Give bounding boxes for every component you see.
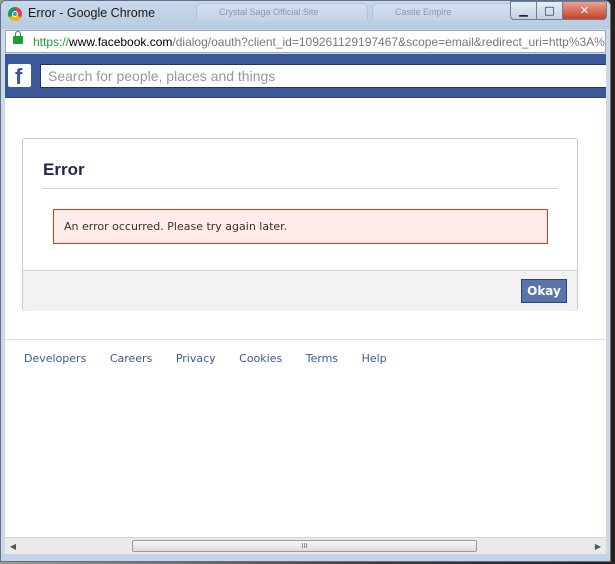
search-box <box>40 64 606 88</box>
footer-link-help[interactable]: Help <box>362 352 387 365</box>
title-divider <box>42 188 558 189</box>
okay-button[interactable]: Okay <box>521 279 567 303</box>
close-button[interactable]: ✕ <box>563 1 607 20</box>
error-message: An error occurred. Please try again late… <box>53 209 548 244</box>
url-scheme: https <box>33 35 60 49</box>
address-bar[interactable]: https://www.facebook.com/dialog/oauth?cl… <box>5 30 606 53</box>
window-title: Error - Google Chrome <box>28 6 156 20</box>
close-icon: ✕ <box>579 4 590 17</box>
footer-link-cookies[interactable]: Cookies <box>239 352 282 365</box>
dialog-title: Error <box>43 160 85 179</box>
minimize-button[interactable]: ▁ <box>510 1 537 20</box>
horizontal-scrollbar[interactable]: ◀ III ▶ <box>5 537 606 554</box>
footer-link-privacy[interactable]: Privacy <box>176 352 216 365</box>
browser-window: Error - Google Chrome Crystal Saga Offic… <box>0 0 611 562</box>
background-tabs: Crystal Saga Official Site Castle Empire <box>196 1 544 23</box>
dialog-footer: Okay <box>23 270 577 311</box>
footer-divider <box>5 339 606 340</box>
window-controls: ▁ □ ✕ <box>510 1 607 21</box>
page-content: f Error An error occurred. Please try ag… <box>5 54 606 537</box>
minimize-icon: ▁ <box>519 4 528 17</box>
maximize-icon: □ <box>544 4 555 17</box>
scroll-left-arrow-icon[interactable]: ◀ <box>5 538 21 554</box>
facebook-logo-letter: f <box>15 64 23 88</box>
footer-link-terms[interactable]: Terms <box>306 352 338 365</box>
window-bottom-frame <box>1 554 610 561</box>
search-input[interactable] <box>41 65 588 87</box>
facebook-logo[interactable]: f <box>8 64 31 87</box>
chrome-icon <box>8 7 22 21</box>
scroll-right-arrow-icon[interactable]: ▶ <box>590 538 606 554</box>
error-dialog: Error An error occurred. Please try agai… <box>22 138 578 311</box>
footer-link-developers[interactable]: Developers <box>24 352 86 365</box>
maximize-button[interactable]: □ <box>537 1 563 20</box>
url-text[interactable]: https://www.facebook.com/dialog/oauth?cl… <box>33 35 605 49</box>
scrollbar-thumb[interactable]: III <box>132 540 477 552</box>
url-host: www.facebook.com <box>69 35 173 49</box>
url-separator: :// <box>59 35 70 49</box>
lock-icon <box>13 31 23 44</box>
background-tab[interactable]: Crystal Saga Official Site <box>196 3 368 21</box>
footer-link-careers[interactable]: Careers <box>110 352 153 365</box>
url-path: /dialog/oauth?client_id=109261129197467&… <box>172 35 605 49</box>
footer-links: Developers Careers Privacy Cookies Terms… <box>24 352 407 365</box>
title-bar[interactable]: Error - Google Chrome Crystal Saga Offic… <box>1 1 610 29</box>
facebook-header: f <box>5 54 606 98</box>
